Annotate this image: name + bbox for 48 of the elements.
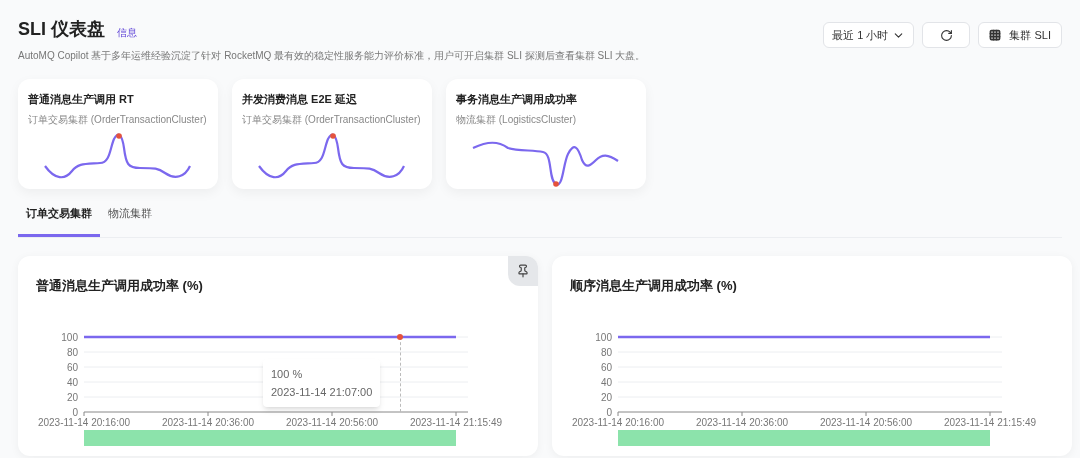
- summary-card[interactable]: 普通消息生产调用 RT 订单交易集群 (OrderTransactionCluster): [18, 79, 218, 189]
- card-title: 事务消息生产调用成功率: [456, 92, 578, 107]
- tooltip-value: 100 %: [271, 367, 304, 382]
- y-tick-label: 80: [66, 346, 78, 358]
- y-tick-label: 20: [66, 391, 78, 403]
- x-tick-label: 2023-11-14 20:36:00: [695, 417, 789, 428]
- cluster-tab[interactable]: 订单交易集群: [18, 205, 100, 237]
- cluster-sli-button[interactable]: 集群 SLI: [978, 22, 1062, 48]
- y-tick-label: 40: [600, 376, 612, 388]
- cluster-tab[interactable]: 物流集群: [100, 205, 160, 237]
- chart-title: 普通消息生产调用成功率 (%): [36, 276, 203, 295]
- x-tick-label: 2023-11-14 21:15:49: [409, 417, 503, 428]
- summary-card[interactable]: 并发消费消息 E2E 延迟 订单交易集群 (OrderTransactionCluster): [232, 79, 432, 189]
- y-tick-label: 0: [72, 406, 78, 418]
- x-tick-label: 2023-11-14 20:56:00: [819, 417, 913, 428]
- x-tick-label: 2023-11-14 20:36:00: [161, 417, 255, 428]
- grid-icon: [989, 29, 1002, 41]
- card-cluster: 订单交易集群 (OrderTransactionCluster): [242, 112, 421, 126]
- hover-point: [397, 334, 404, 340]
- time-range-dropdown[interactable]: 最近 1 小时: [823, 22, 915, 48]
- range-slider[interactable]: [84, 430, 456, 446]
- card-cluster: 订单交易集群 (OrderTransactionCluster): [28, 112, 207, 126]
- chart-title: 顺序消息生产调用成功率 (%): [570, 276, 737, 295]
- x-tick-label: 2023-11-14 20:16:00: [571, 417, 665, 428]
- y-tick-label: 40: [66, 376, 78, 388]
- y-tick-label: 60: [66, 361, 78, 373]
- y-tick-label: 100: [595, 331, 612, 343]
- card-cluster: 物流集群 (LogisticsCluster): [456, 112, 577, 126]
- refresh-icon: [939, 28, 953, 42]
- page-description: AutoMQ Copilot 基于多年运维经验沉淀了针对 RocketMQ 最有效的稳定性服务能力评价标准，用户可开启集群 SLI 探测后查看集群 SLI 大盘。: [18, 49, 646, 63]
- refresh-button[interactable]: [922, 22, 971, 48]
- pin-button[interactable]: [508, 255, 538, 286]
- range-slider[interactable]: [618, 430, 990, 446]
- y-tick-label: 60: [600, 361, 612, 373]
- y-tick-label: 80: [600, 346, 612, 358]
- y-tick-label: 20: [600, 391, 612, 403]
- info-link[interactable]: 信息: [117, 25, 137, 40]
- card-title: 普通消息生产调用 RT: [28, 92, 135, 107]
- tooltip-time: 2023-11-14 21:07:00: [271, 385, 373, 400]
- card-title: 并发消费消息 E2E 延迟: [242, 92, 358, 107]
- y-tick-label: 0: [606, 406, 612, 418]
- summary-card[interactable]: 事务消息生产调用成功率 物流集群 (LogisticsCluster): [446, 79, 646, 189]
- y-tick-label: 100: [61, 331, 78, 343]
- x-tick-label: 2023-11-14 20:56:00: [285, 417, 379, 428]
- pin-icon: [516, 263, 530, 278]
- page-title: SLI 仪表盘: [18, 18, 105, 41]
- x-tick-label: 2023-11-14 21:15:49: [943, 417, 1037, 428]
- x-tick-label: 2023-11-14 20:16:00: [37, 417, 131, 428]
